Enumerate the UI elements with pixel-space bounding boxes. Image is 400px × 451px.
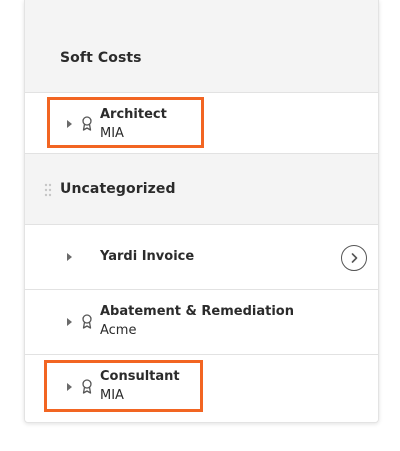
expand-caret-icon[interactable] <box>67 383 72 391</box>
group-header-uncategorized: Uncategorized <box>25 154 378 225</box>
item-title: Consultant <box>100 369 180 384</box>
ribbon-icon <box>82 116 92 131</box>
list-item-abatement-remediation[interactable]: Abatement & Remediation Acme <box>25 290 378 355</box>
ribbon-icon <box>82 314 92 329</box>
list-item-yardi-invoice[interactable]: Yardi Invoice <box>25 225 378 290</box>
item-subtitle: MIA <box>100 126 124 141</box>
group-title: Soft Costs <box>60 50 142 66</box>
item-subtitle: Acme <box>100 323 137 338</box>
expand-caret-icon[interactable] <box>67 253 72 261</box>
list-item-consultant[interactable]: Consultant MIA <box>25 355 378 422</box>
item-title: Yardi Invoice <box>100 249 195 264</box>
group-title: Uncategorized <box>60 181 176 197</box>
item-title: Abatement & Remediation <box>100 304 294 319</box>
expand-caret-icon[interactable] <box>67 120 72 128</box>
expand-caret-icon[interactable] <box>67 318 72 326</box>
item-subtitle: MIA <box>100 388 124 403</box>
ribbon-icon <box>82 379 92 394</box>
chevron-right-button[interactable] <box>341 245 367 271</box>
drag-handle-icon[interactable] <box>44 183 52 197</box>
item-title: Architect <box>100 107 167 122</box>
chevron-right-icon <box>351 253 358 263</box>
cost-list-panel: Soft Costs Architect MIA Uncategorized Y… <box>24 0 379 423</box>
list-item-architect[interactable]: Architect MIA <box>25 93 378 154</box>
group-header-soft-costs: Soft Costs <box>25 0 378 93</box>
